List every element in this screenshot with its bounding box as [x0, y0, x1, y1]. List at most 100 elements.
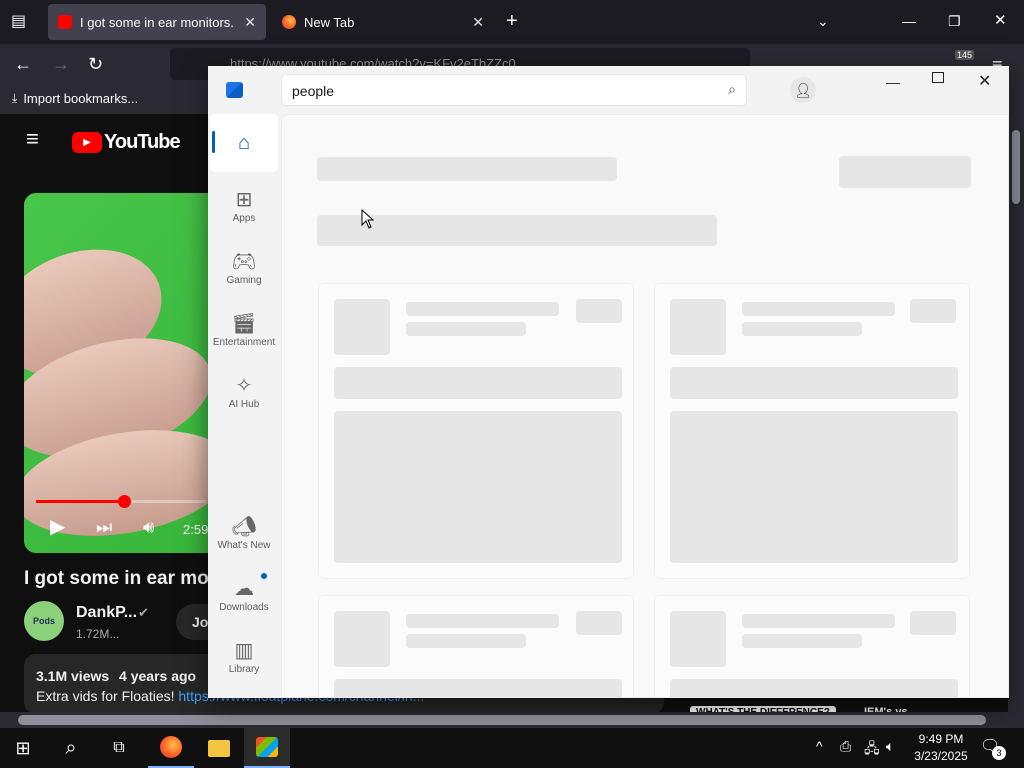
- start-button[interactable]: ⊞: [0, 728, 46, 768]
- nav-label: AI Hub: [228, 398, 260, 410]
- list-all-tabs-icon[interactable]: ▤: [11, 13, 26, 31]
- search-icon[interactable]: ⌕: [728, 81, 736, 98]
- close-tab-icon[interactable]: ✕: [244, 14, 256, 31]
- restore-icon[interactable]: ❐: [948, 12, 961, 30]
- new-tab-plus-icon[interactable]: +: [506, 11, 518, 31]
- store-search-input[interactable]: people ⌕: [281, 74, 747, 106]
- skeleton-card-subtitle: [406, 634, 526, 648]
- description-text: Extra vids for Floaties!: [36, 688, 179, 704]
- mouse-cursor-icon: [361, 209, 375, 229]
- clock-date: 3/23/2025: [914, 749, 968, 763]
- skeleton-card-button: [576, 299, 622, 323]
- horizontal-scrollbar-thumb[interactable]: [18, 715, 986, 725]
- close-window-icon[interactable]: ✕: [994, 12, 1007, 30]
- download-icon: ☁︎: [234, 577, 254, 600]
- nav-entertainment[interactable]: 🎬︎ Entertainment: [210, 300, 278, 358]
- megaphone-icon: 📣︎: [231, 515, 257, 538]
- time-label: 2:59: [183, 522, 209, 537]
- youtube-logo[interactable]: ▶ YouTube: [72, 131, 181, 154]
- skeleton-card-line: [670, 367, 958, 399]
- skeleton-card-icon: [670, 299, 726, 355]
- channel-avatar[interactable]: Pods: [24, 601, 64, 641]
- account-avatar-icon[interactable]: 👤︎: [790, 77, 816, 103]
- tab-new-tab[interactable]: New Tab ✕: [272, 4, 494, 40]
- reload-icon[interactable]: ↻: [88, 55, 103, 73]
- volume-tray-icon[interactable]: 🔈︎: [886, 738, 894, 755]
- skeleton-card-subtitle: [742, 322, 862, 336]
- horizontal-scrollbar[interactable]: [0, 712, 1024, 728]
- youtube-play-logo-icon: ▶: [72, 132, 102, 153]
- windows-taskbar: ⊞ ⌕ ⧉ ^ ⎙ 🖧︎ 🔈︎ 9:49 PM 3/23/2025 🗨︎ 3: [0, 728, 1024, 768]
- next-icon[interactable]: ⏭: [96, 518, 112, 536]
- upload-age: 4 years ago: [119, 668, 197, 684]
- skeleton-card-button: [910, 299, 956, 323]
- skeleton-card-button: [576, 611, 622, 635]
- skeleton-card-line: [334, 367, 622, 399]
- nav-label: Entertainment: [212, 336, 276, 348]
- taskbar-firefox[interactable]: [148, 728, 194, 768]
- skeleton-subheading: [317, 215, 717, 246]
- taskbar-search-icon: ⌕: [65, 736, 77, 759]
- action-center-button[interactable]: 🗨︎ 3: [980, 736, 1010, 760]
- sparkle-icon: ✧: [235, 374, 253, 397]
- skeleton-card-icon: [334, 299, 390, 355]
- skeleton-card-image: [334, 411, 622, 563]
- nav-whats-new[interactable]: 📣︎ What's New: [210, 503, 278, 561]
- skeleton-heading: [317, 157, 617, 181]
- scrollbar-thumb[interactable]: [1012, 130, 1020, 204]
- selected-indicator: [212, 131, 215, 153]
- store-title-bar: people ⌕ 👤︎ — ✕: [208, 66, 1009, 114]
- taskbar-microsoft-store[interactable]: [244, 728, 290, 768]
- nav-ai-hub[interactable]: ✧ AI Hub: [210, 362, 278, 420]
- close-tab-icon[interactable]: ✕: [472, 14, 484, 31]
- store-close-icon[interactable]: ✕: [978, 71, 991, 91]
- page-scrollbar[interactable]: [1008, 114, 1024, 712]
- tab-youtube[interactable]: I got some in ear monitors. - Yo ✕: [48, 4, 266, 40]
- store-logo-icon: [226, 82, 243, 98]
- progress-scrubber[interactable]: [118, 495, 131, 508]
- extensions-badge: 145: [955, 50, 975, 60]
- gamepad-icon: 🎮︎: [231, 250, 257, 273]
- skeleton-card: [654, 283, 970, 579]
- meet-now-icon[interactable]: ⎙: [840, 738, 851, 755]
- skeleton-card-title: [406, 614, 559, 628]
- back-arrow-icon[interactable]: ←: [14, 55, 32, 73]
- taskbar-file-explorer[interactable]: [196, 728, 242, 768]
- forward-arrow-icon[interactable]: →: [52, 55, 70, 73]
- youtube-wordmark: YouTube: [104, 131, 181, 153]
- volume-icon[interactable]: 🔊︎: [143, 518, 154, 536]
- apps-icon: ⊞: [235, 188, 253, 211]
- skeleton-filter-button: [839, 156, 971, 188]
- nav-library[interactable]: ▥ Library: [210, 627, 278, 685]
- windows-logo-icon: ⊞: [15, 737, 31, 758]
- library-icon: ▥: [234, 639, 254, 662]
- search-button[interactable]: ⌕: [48, 728, 94, 768]
- nav-label: Downloads: [219, 601, 269, 613]
- video-progress-bar[interactable]: [36, 495, 206, 508]
- task-view-button[interactable]: ⧉: [96, 728, 142, 768]
- import-bookmarks-button[interactable]: ⤓ Import bookmarks...: [12, 91, 138, 106]
- tab-list-chevron-icon[interactable]: ⌄: [817, 12, 829, 30]
- show-hidden-icons-chevron-icon[interactable]: ^: [816, 738, 823, 754]
- skeleton-card-subtitle: [742, 634, 862, 648]
- store-minimize-icon[interactable]: —: [886, 74, 900, 90]
- store-maximize-icon[interactable]: [932, 72, 944, 83]
- skeleton-card-icon: [334, 611, 390, 667]
- view-count: 3.1M views: [36, 668, 110, 684]
- nav-home[interactable]: ⌂: [210, 114, 278, 172]
- nav-gaming[interactable]: 🎮︎ Gaming: [210, 238, 278, 296]
- nav-label: Library: [228, 663, 260, 675]
- hamburger-menu-icon[interactable]: ≡: [26, 128, 39, 150]
- youtube-favicon-icon: [58, 15, 72, 29]
- nav-downloads[interactable]: ☁︎ Downloads: [210, 565, 278, 623]
- skeleton-card-line: [334, 679, 622, 697]
- minimize-icon[interactable]: —: [902, 12, 916, 30]
- join-label: Jo: [192, 614, 209, 630]
- channel-name[interactable]: DankP...: [76, 604, 137, 622]
- play-icon[interactable]: ▶: [50, 517, 65, 537]
- nav-apps[interactable]: ⊞ Apps: [210, 176, 278, 234]
- subscriber-count: 1.72M...: [76, 627, 120, 641]
- import-icon: ⤓: [12, 91, 18, 105]
- clock[interactable]: 9:49 PM 3/23/2025: [908, 731, 974, 765]
- network-icon[interactable]: 🖧︎: [864, 738, 880, 762]
